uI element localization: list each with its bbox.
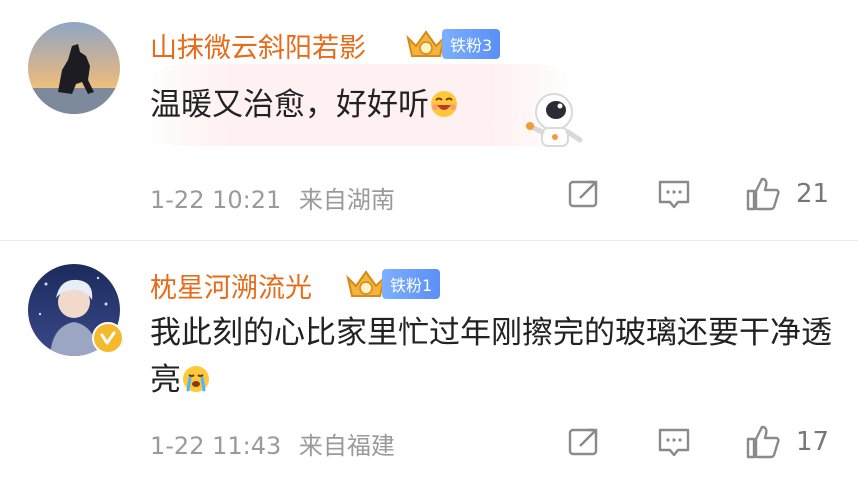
fan-level-label: 铁粉3 bbox=[442, 29, 501, 59]
comment-icon bbox=[658, 180, 690, 209]
reply-button[interactable] bbox=[656, 422, 692, 462]
like-icon bbox=[746, 177, 780, 211]
share-button[interactable] bbox=[566, 174, 602, 214]
reply-button[interactable] bbox=[656, 174, 692, 214]
comment-item: 山抹微云斜阳若影 铁粉3 温暖又治愈，好好听 1-22 10:21 来自湖南 2… bbox=[0, 0, 858, 240]
comment-item: 枕星河溯流光 铁粉1 我此刻的心比家里忙过年刚擦完的玻璃还要干净透亮 1-22 … bbox=[0, 244, 858, 489]
comment-text: 温暖又治愈，好好听 bbox=[150, 82, 459, 129]
share-icon bbox=[568, 428, 598, 456]
like-icon bbox=[746, 425, 780, 459]
avatar[interactable] bbox=[28, 22, 120, 114]
fan-badge[interactable]: 铁粉1 bbox=[344, 266, 441, 302]
like-button[interactable]: 21 bbox=[744, 174, 829, 214]
verified-badge-icon bbox=[92, 322, 124, 354]
astronaut-sticker-icon bbox=[526, 93, 583, 147]
share-button[interactable] bbox=[566, 422, 602, 462]
fan-badge[interactable]: 铁粉3 bbox=[404, 26, 501, 62]
laughing-emoji-icon bbox=[431, 91, 457, 117]
comment-text: 我此刻的心比家里忙过年刚擦完的玻璃还要干净透亮 bbox=[150, 310, 840, 404]
comment-divider bbox=[0, 240, 858, 241]
share-icon bbox=[568, 180, 598, 208]
comment-icon bbox=[658, 428, 690, 457]
comment-actions: 17 bbox=[0, 422, 858, 462]
username[interactable]: 枕星河溯流光 bbox=[150, 266, 312, 305]
crying-emoji-icon bbox=[183, 366, 209, 392]
comment-actions: 21 bbox=[0, 174, 858, 214]
username[interactable]: 山抹微云斜阳若影 bbox=[150, 26, 366, 65]
fan-level-label: 铁粉1 bbox=[382, 269, 441, 299]
comment-text-content: 我此刻的心比家里忙过年刚擦完的玻璃还要干净透亮 bbox=[150, 315, 832, 398]
comment-text-content: 温暖又治愈，好好听 bbox=[150, 87, 429, 123]
like-count: 21 bbox=[796, 179, 830, 209]
like-button[interactable]: 17 bbox=[744, 422, 829, 462]
like-count: 17 bbox=[796, 427, 830, 457]
